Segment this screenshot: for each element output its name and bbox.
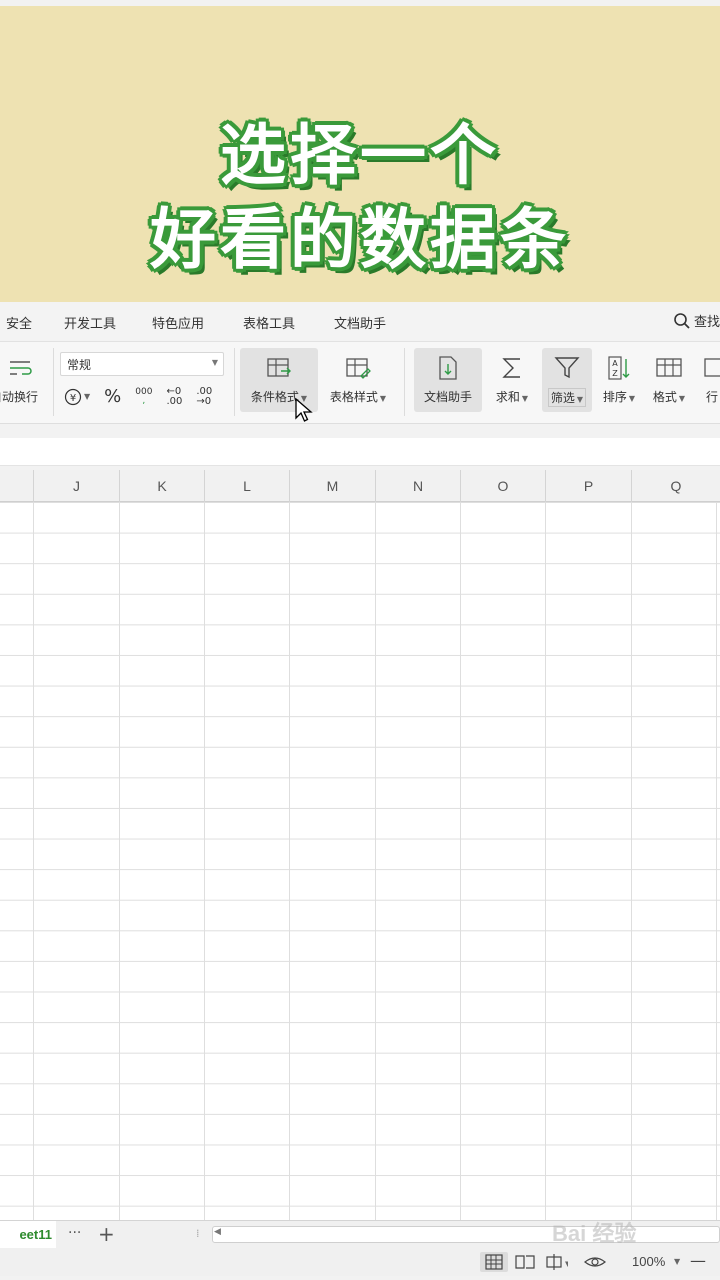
conditional-format-icon	[265, 354, 293, 382]
svg-text:Z: Z	[612, 369, 618, 378]
format-icon	[655, 354, 683, 382]
formula-bar[interactable]	[0, 438, 720, 466]
tab-table-tools[interactable]: 表格工具	[243, 313, 295, 332]
ribbon-divider	[234, 348, 235, 416]
sum-label: 求和	[495, 390, 520, 404]
currency-icon: ¥	[64, 388, 82, 405]
ribbon-divider	[404, 348, 405, 416]
tab-special-apps[interactable]: 特色应用	[152, 313, 204, 332]
sigma-icon	[498, 354, 526, 382]
decrease-decimal-button[interactable]: .00 →0	[196, 386, 212, 407]
search-label: 查找	[693, 315, 720, 330]
format-button[interactable]: 格式 ▼	[646, 348, 692, 412]
column-header-j[interactable]: J	[33, 470, 119, 502]
search-icon	[674, 312, 690, 329]
row-col-label: 行	[705, 390, 718, 404]
wrap-text-button[interactable]: 自动换行	[0, 348, 46, 412]
scroll-left-arrow-icon[interactable]: ◀	[214, 1227, 221, 1237]
conditional-format-label: 条件格式	[250, 390, 299, 404]
column-header-m[interactable]: M	[289, 470, 375, 502]
table-style-button[interactable]: 表格样式 ▼	[322, 348, 394, 412]
tab-developer-tools[interactable]: 开发工具	[64, 313, 116, 332]
sort-icon: AZ	[605, 354, 633, 382]
grid-line	[119, 502, 120, 1220]
page-break-icon: ▼	[546, 1254, 568, 1270]
ribbon-divider	[53, 348, 54, 416]
reading-mode-button[interactable]	[584, 1252, 606, 1272]
currency-button[interactable]: ¥ ▼	[64, 388, 90, 406]
page-layout-button[interactable]	[514, 1252, 536, 1272]
column-header-l[interactable]: L	[204, 470, 289, 502]
grid-line	[375, 502, 376, 1220]
normal-view-button[interactable]	[480, 1252, 508, 1272]
watermark: Bai 经验	[552, 1221, 637, 1246]
more-sheets-button[interactable]: ···	[68, 1225, 81, 1241]
sheet-tab-active[interactable]: eet11	[0, 1221, 56, 1249]
row-col-icon	[698, 354, 720, 382]
column-header-p[interactable]: P	[545, 470, 631, 502]
grid-line	[716, 502, 717, 1220]
filter-icon	[553, 354, 581, 382]
chevron-down-icon: ▼	[211, 358, 218, 367]
add-sheet-button[interactable]: +	[98, 1222, 115, 1246]
app-frame: 选择一个 好看的数据条 安全 开发工具 特色应用 表格工具 文档助手 查找 自动…	[0, 0, 720, 1280]
thousands-separator-button[interactable]: 000,	[135, 387, 152, 406]
page-break-button[interactable]: ▼	[544, 1252, 568, 1272]
eye-icon	[584, 1257, 606, 1267]
number-format-buttons: ¥ ▼ % 000, ←0.00 .00 →0	[64, 386, 212, 407]
sort-button[interactable]: AZ 排序 ▼	[596, 348, 642, 412]
svg-text:▼: ▼	[565, 1260, 568, 1268]
zoom-level[interactable]: 100%	[632, 1254, 665, 1269]
grid-line	[631, 502, 632, 1220]
sum-button[interactable]: 求和 ▼	[490, 348, 534, 412]
page-layout-icon	[515, 1255, 535, 1269]
zoom-out-button[interactable]: —	[690, 1251, 706, 1270]
svg-text:¥: ¥	[70, 393, 76, 404]
column-header-q[interactable]: Q	[631, 470, 720, 502]
row-col-button[interactable]: 行	[698, 348, 720, 412]
svg-text:A: A	[612, 359, 618, 368]
column-header-k[interactable]: K	[119, 470, 204, 502]
grid-line	[289, 502, 290, 1220]
menu-tab-bar: 安全 开发工具 特色应用 表格工具 文档助手 查找	[0, 302, 720, 342]
number-format-value: 常规	[67, 358, 92, 372]
column-header-o[interactable]: O	[460, 470, 545, 502]
search-button[interactable]: 查找	[673, 311, 720, 330]
column-header-row: J K L M N O P Q	[0, 470, 720, 502]
wrap-text-label: 自动换行	[0, 390, 38, 404]
banner-title-line1: 选择一个	[220, 117, 500, 194]
horizontal-scrollbar[interactable]	[212, 1226, 720, 1243]
banner-title-line2: 好看的数据条	[150, 201, 570, 278]
zoom-dropdown-icon[interactable]: ▼	[674, 1257, 680, 1266]
cell-grid[interactable]	[0, 502, 720, 1220]
status-bar: ▼ 100% ▼ —	[0, 1248, 720, 1276]
number-format-select[interactable]: 常规 ▼	[60, 352, 224, 376]
grid-line	[545, 502, 546, 1220]
ribbon-toolbar: 自动换行 常规 ▼ ¥ ▼ % 000, ←0.00 .00→0 条件格式 ▼	[0, 342, 720, 424]
table-style-label: 表格样式	[329, 390, 378, 404]
increase-decimal-button[interactable]: ←0.00	[166, 386, 182, 407]
percent-button[interactable]: %	[104, 386, 121, 407]
title-banner: 选择一个 好看的数据条	[0, 6, 720, 302]
table-style-icon	[344, 354, 372, 382]
doc-assistant-button[interactable]: 文档助手	[414, 348, 482, 412]
grid-view-icon	[485, 1254, 503, 1270]
doc-assistant-label: 文档助手	[423, 390, 472, 404]
column-header-n[interactable]: N	[375, 470, 460, 502]
tab-doc-assistant[interactable]: 文档助手	[334, 313, 386, 332]
mouse-pointer-icon	[295, 398, 313, 422]
grid-line	[33, 502, 34, 1220]
grid-line	[204, 502, 205, 1220]
filter-button[interactable]: 筛选 ▼	[542, 348, 592, 412]
doc-assistant-icon	[434, 354, 462, 382]
sort-label: 排序	[602, 390, 627, 404]
tab-security[interactable]: 安全	[6, 313, 32, 332]
wrap-text-icon	[7, 354, 35, 382]
divider-handle[interactable]: ⁞	[196, 1227, 200, 1240]
filter-label: 筛选	[550, 391, 575, 405]
grid-line	[460, 502, 461, 1220]
format-label: 格式	[652, 390, 677, 404]
